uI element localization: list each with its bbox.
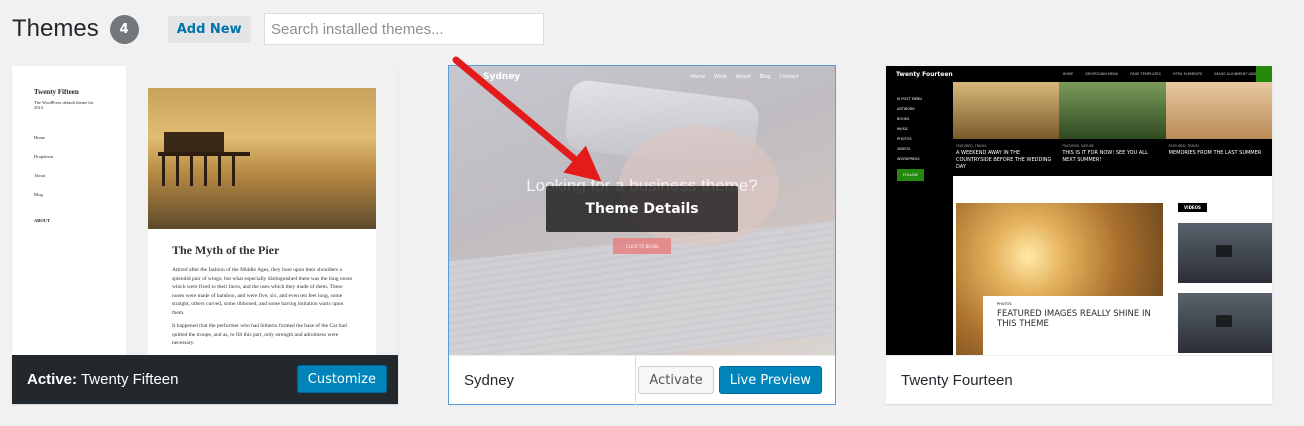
preview-topbar: Twenty Fourteen HOME DROPDOWN MENU PAGE … xyxy=(886,66,1272,82)
theme-name-bar: Active: Twenty Fifteen Customize xyxy=(12,355,398,404)
page-title: Themes xyxy=(12,15,99,42)
preview-main: PHOTOS FEATURED IMAGES REALLY SHINE IN T… xyxy=(953,176,1171,355)
pier-icon xyxy=(158,132,250,186)
search-icon xyxy=(1256,66,1272,82)
pier-image xyxy=(148,88,376,229)
theme-name: Active: Twenty Fifteen xyxy=(27,371,179,388)
theme-name: Sydney xyxy=(464,371,515,389)
preview-sidebar: IS POST MENU ARTWORK BOOKS MUSIC PHOTOS … xyxy=(886,82,953,355)
theme-name: Twenty Fourteen xyxy=(901,371,1013,389)
add-new-button[interactable]: Add New xyxy=(167,15,251,43)
preview-nav: Sydney Home Work About Blog Contact xyxy=(483,72,799,82)
featured-strip: FEATURED, TRAVEL A WEEKEND AWAY IN THE CO… xyxy=(953,82,1272,176)
page-header: Themes 4 Add New xyxy=(12,12,251,46)
preview-content: The Myth of the Pier Attired after the f… xyxy=(126,66,398,355)
theme-name-bar: Twenty Fourteen xyxy=(886,355,1272,404)
theme-screenshot[interactable]: Sydney Home Work About Blog Contact Look… xyxy=(449,66,835,355)
preview-cta: CLICK TO BEGIN xyxy=(613,238,671,254)
theme-screenshot[interactable]: Twenty Fifteen The WordPress default the… xyxy=(12,66,398,355)
theme-card-twenty-fifteen[interactable]: Twenty Fifteen The WordPress default the… xyxy=(12,66,398,404)
preview-sidebar: Twenty Fifteen The WordPress default the… xyxy=(12,66,126,355)
play-icon xyxy=(1216,245,1232,257)
theme-screenshot[interactable]: Twenty Fourteen HOME DROPDOWN MENU PAGE … xyxy=(886,66,1272,355)
theme-card-twenty-fourteen[interactable]: Twenty Fourteen HOME DROPDOWN MENU PAGE … xyxy=(886,66,1272,404)
theme-name-bar: Sydney Activate Live Preview xyxy=(449,355,835,405)
theme-card-sydney[interactable]: Sydney Home Work About Blog Contact Look… xyxy=(448,65,836,405)
customize-button[interactable]: Customize xyxy=(296,365,387,393)
theme-details-button[interactable]: Theme Details xyxy=(546,186,738,232)
theme-count-badge: 4 xyxy=(109,14,139,44)
search-input[interactable] xyxy=(264,13,544,45)
preview-post: The Myth of the Pier Attired after the f… xyxy=(148,88,376,355)
activate-button[interactable]: Activate xyxy=(638,366,714,394)
live-preview-button[interactable]: Live Preview xyxy=(718,366,822,394)
preview-widgets: VIDEOS xyxy=(1166,176,1272,355)
play-icon xyxy=(1216,315,1232,327)
